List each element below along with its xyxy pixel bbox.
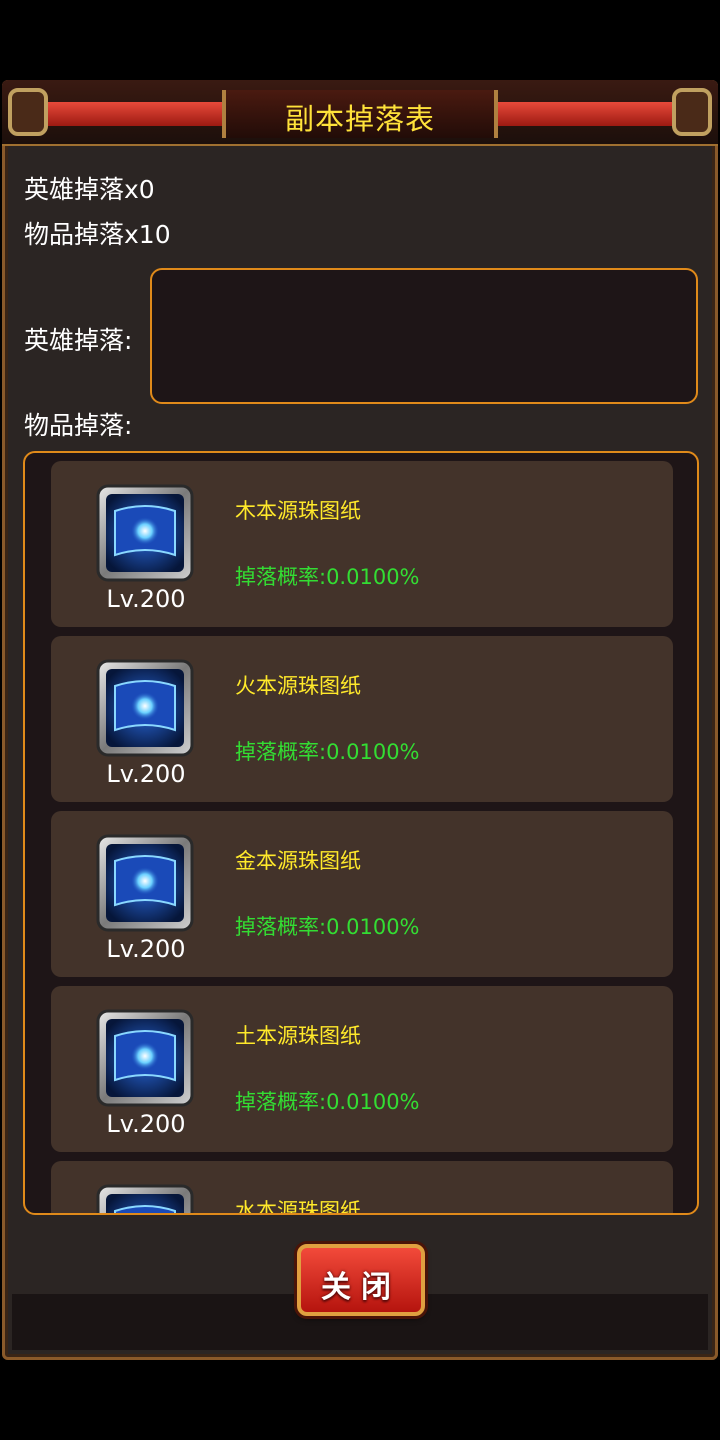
- item-drop-rate: 掉落概率:0.0100%: [235, 1090, 420, 1114]
- corner-ornament-icon: [672, 88, 712, 136]
- item-level: Lv.200: [106, 585, 186, 613]
- item-name: 土本源珠图纸: [235, 1024, 361, 1048]
- item-drop-label: 物品掉落:: [24, 411, 133, 440]
- dialog-header: 副本掉落表: [2, 80, 718, 146]
- item-name: 水本源珠图纸: [235, 1199, 361, 1215]
- corner-ornament-icon: [8, 88, 48, 136]
- list-item[interactable]: 水本源珠图纸: [51, 1161, 673, 1215]
- hero-drop-count: 英雄掉落x0: [24, 175, 155, 204]
- list-item[interactable]: Lv.200 火本源珠图纸 掉落概率:0.0100%: [51, 636, 673, 802]
- hero-drop-label: 英雄掉落:: [24, 326, 133, 355]
- scroll-blueprint-icon: [96, 1184, 194, 1213]
- drop-table-dialog: 副本掉落表 英雄掉落x0 物品掉落x10 英雄掉落: 物品掉落: Lv.200 …: [2, 80, 718, 1360]
- close-button[interactable]: 关闭: [297, 1244, 425, 1316]
- list-item[interactable]: Lv.200 木本源珠图纸 掉落概率:0.0100%: [51, 461, 673, 627]
- item-name: 火本源珠图纸: [235, 674, 361, 698]
- item-level: Lv.200: [106, 760, 186, 788]
- scroll-blueprint-icon: [96, 1009, 194, 1107]
- dialog-title: 副本掉落表: [284, 102, 435, 136]
- list-item[interactable]: Lv.200 土本源珠图纸 掉落概率:0.0100%: [51, 986, 673, 1152]
- title-plate: 副本掉落表: [222, 90, 498, 138]
- close-button-label: 关闭: [321, 1270, 401, 1305]
- list-item[interactable]: Lv.200 金本源珠图纸 掉落概率:0.0100%: [51, 811, 673, 977]
- item-level: Lv.200: [106, 935, 186, 963]
- item-drop-count: 物品掉落x10: [24, 220, 171, 249]
- item-drop-list[interactable]: Lv.200 木本源珠图纸 掉落概率:0.0100% Lv.200 火本源珠图纸…: [23, 451, 699, 1215]
- item-drop-rate: 掉落概率:0.0100%: [235, 565, 420, 589]
- item-drop-rate: 掉落概率:0.0100%: [235, 740, 420, 764]
- scroll-blueprint-icon: [96, 659, 194, 757]
- item-name: 木本源珠图纸: [235, 499, 361, 523]
- hero-drop-box: [150, 268, 698, 404]
- header-ornament-right: [468, 102, 678, 126]
- item-level: Lv.200: [106, 1110, 186, 1138]
- scroll-blueprint-icon: [96, 834, 194, 932]
- item-drop-rate: 掉落概率:0.0100%: [235, 915, 420, 939]
- header-ornament-left: [42, 102, 252, 126]
- item-name: 金本源珠图纸: [235, 849, 361, 873]
- scroll-blueprint-icon: [96, 484, 194, 582]
